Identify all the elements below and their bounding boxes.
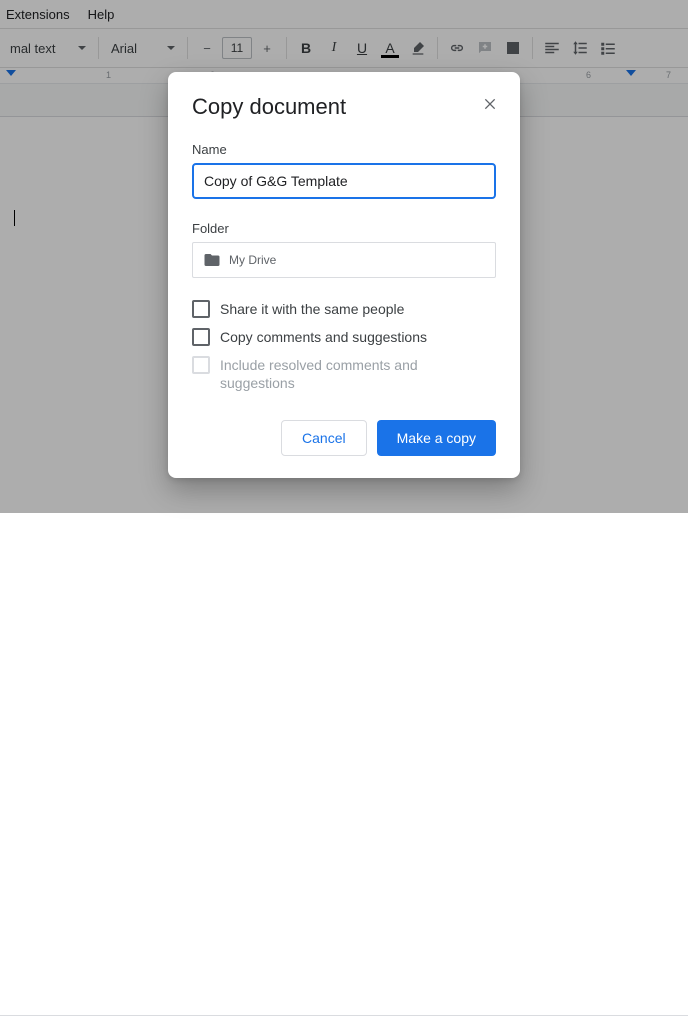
close-button[interactable] bbox=[478, 92, 502, 116]
include-resolved-option: Include resolved comments and suggestion… bbox=[192, 356, 496, 392]
copy-comments-option[interactable]: Copy comments and suggestions bbox=[192, 328, 496, 346]
dialog-title: Copy document bbox=[192, 94, 496, 120]
folder-picker[interactable]: My Drive bbox=[192, 242, 496, 278]
checkbox-icon bbox=[192, 356, 210, 374]
dialog-actions: Cancel Make a copy bbox=[192, 420, 496, 456]
option-label: Include resolved comments and suggestion… bbox=[220, 356, 496, 392]
options-list: Share it with the same people Copy comme… bbox=[192, 300, 496, 392]
folder-icon bbox=[203, 251, 221, 269]
cancel-button[interactable]: Cancel bbox=[281, 420, 367, 456]
copy-document-dialog: Copy document Name Folder My Drive Share… bbox=[168, 72, 520, 478]
make-copy-button[interactable]: Make a copy bbox=[377, 420, 496, 456]
checkbox-icon bbox=[192, 328, 210, 346]
folder-label: Folder bbox=[192, 221, 496, 236]
option-label: Share it with the same people bbox=[220, 300, 404, 318]
close-icon bbox=[482, 96, 498, 112]
checkbox-icon bbox=[192, 300, 210, 318]
folder-name: My Drive bbox=[229, 253, 276, 267]
name-label: Name bbox=[192, 142, 496, 157]
option-label: Copy comments and suggestions bbox=[220, 328, 427, 346]
share-same-people-option[interactable]: Share it with the same people bbox=[192, 300, 496, 318]
document-name-input[interactable] bbox=[192, 163, 496, 199]
